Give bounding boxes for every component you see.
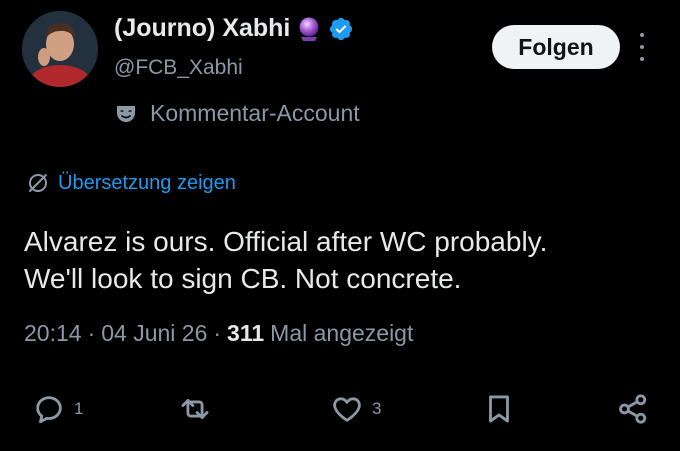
tweet-time[interactable]: 20:14 (24, 320, 82, 347)
more-options-icon[interactable] (636, 33, 648, 61)
avatar[interactable] (22, 11, 98, 87)
mask-icon (117, 105, 135, 122)
author-handle[interactable]: @FCB_Xabhi (114, 56, 243, 80)
share-button[interactable] (616, 385, 650, 433)
action-bar: 1 3 (0, 385, 680, 433)
account-label[interactable]: Kommentar-Account (114, 100, 360, 127)
more-dot (640, 45, 644, 49)
more-dot (640, 33, 644, 37)
like-button[interactable]: 3 (330, 385, 381, 433)
author-display-name[interactable]: (Journo) Xabhi (114, 14, 290, 43)
reply-icon (36, 396, 62, 424)
translate-icon (29, 174, 47, 192)
bookmark-button[interactable] (482, 385, 516, 433)
follow-button[interactable]: Folgen (492, 25, 620, 69)
tweet-text-line: We'll look to sign CB. Not concrete. (24, 263, 462, 294)
bookmark-icon (489, 395, 509, 423)
views-count[interactable]: 311 (227, 320, 264, 347)
reply-button[interactable]: 1 (32, 385, 83, 433)
tweet-date[interactable]: 04 Juni 26 (101, 320, 207, 347)
repost-button[interactable] (178, 385, 212, 433)
repost-icon (181, 399, 209, 419)
account-label-text: Kommentar-Account (150, 100, 360, 126)
avatar-image (22, 11, 98, 87)
meta-separator: · (213, 320, 222, 346)
views-label[interactable]: Mal angezeigt (270, 320, 413, 347)
share-icon (619, 394, 647, 424)
tweet-text: Alvarez is ours. Official after WC proba… (24, 223, 664, 297)
tweet-text-line: Alvarez is ours. Official after WC proba… (24, 226, 548, 257)
like-count: 3 (372, 399, 382, 418)
tweet-meta: 20:14 · 04 Juni 26 · 311 Mal angezeigt (24, 320, 413, 347)
author-display-name-row[interactable]: (Journo) Xabhi (114, 14, 354, 43)
meta-separator: · (87, 320, 96, 346)
translate-link[interactable]: Übersetzung zeigen (26, 171, 236, 195)
verified-badge-icon (330, 17, 353, 40)
crystal-ball-icon (299, 17, 319, 41)
more-dot (640, 57, 644, 61)
heart-icon (333, 397, 361, 422)
reply-count: 1 (74, 399, 84, 418)
translate-link-text[interactable]: Übersetzung zeigen (58, 172, 236, 195)
